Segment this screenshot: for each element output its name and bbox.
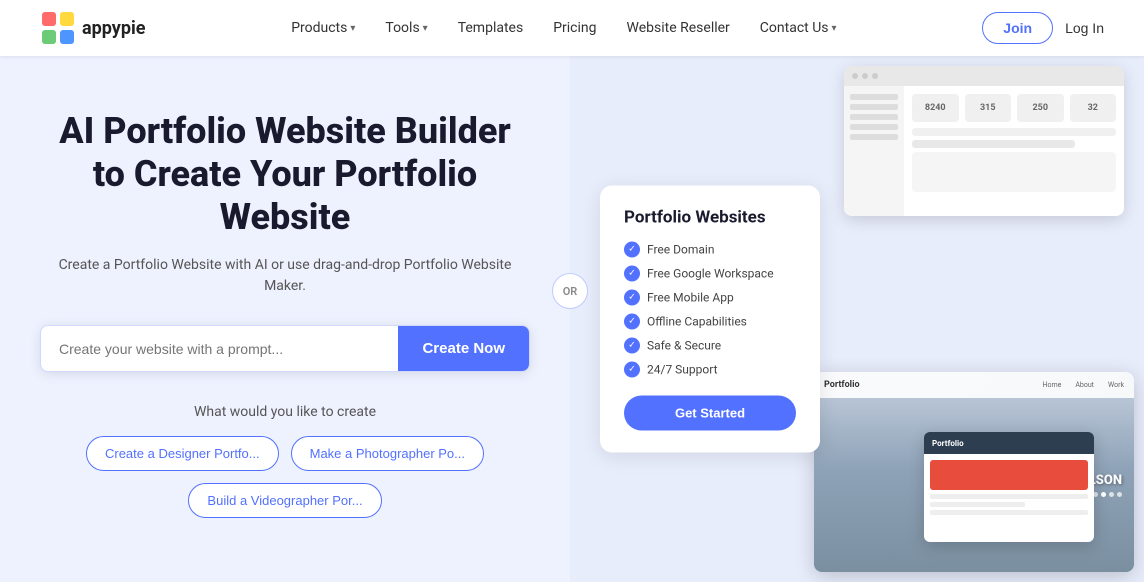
login-button[interactable]: Log In (1065, 20, 1104, 36)
feature-list: ✓ Free Domain ✓ Free Google Workspace ✓ … (624, 242, 796, 378)
nav-dot (1101, 492, 1106, 497)
left-panel: AI Portfolio Website Builder to Create Y… (0, 56, 570, 582)
chevron-down-icon: ▾ (350, 23, 355, 34)
mockup-top-body: 8240 315 250 32 (844, 86, 1124, 216)
mockup-stat-1: 315 (965, 94, 1012, 122)
what-create-label: What would you like to create (194, 404, 376, 420)
mockup-portrait-nav: Portfolio Home About Work (814, 372, 1134, 398)
mockup-stat-0: 8240 (912, 94, 959, 122)
mockup-dot (872, 73, 878, 79)
hero-subtitle: Create a Portfolio Website with AI or us… (45, 255, 525, 297)
mockup-stats: 8240 315 250 32 (912, 94, 1116, 122)
nav-actions: Join Log In (982, 12, 1104, 44)
mockup-top: 8240 315 250 32 (844, 66, 1124, 216)
feature-item-1: ✓ Free Google Workspace (624, 266, 796, 282)
search-row: Create Now (40, 325, 530, 372)
mockup-dot (862, 73, 868, 79)
feature-item-3: ✓ Offline Capabilities (624, 314, 796, 330)
feature-item-5: ✓ 24/7 Support (624, 362, 796, 378)
nav-tools[interactable]: Tools ▾ (373, 14, 439, 42)
mockup-grey-line (930, 510, 1088, 515)
check-icon: ✓ (624, 242, 640, 258)
nav-website-reseller[interactable]: Website Reseller (615, 14, 742, 42)
navbar: appypie Products ▾ Tools ▾ Templates Pri… (0, 0, 1144, 56)
nav-contact[interactable]: Contact Us ▾ (748, 14, 849, 42)
nav-dot (1117, 492, 1122, 497)
check-icon: ✓ (624, 338, 640, 354)
nav-products[interactable]: Products ▾ (279, 14, 367, 42)
check-icon: ✓ (624, 266, 640, 282)
nav-pricing[interactable]: Pricing (541, 14, 608, 42)
check-icon: ✓ (624, 362, 640, 378)
mockup-grey-line-short (930, 502, 1025, 507)
logo-icon (40, 10, 76, 46)
nav-templates[interactable]: Templates (446, 14, 536, 42)
mockup-grey-line (930, 494, 1088, 499)
hero-title: AI Portfolio Website Builder to Create Y… (40, 110, 530, 240)
mockup-chart (912, 152, 1116, 192)
feature-item-2: ✓ Free Mobile App (624, 290, 796, 306)
check-icon: ✓ (624, 290, 640, 306)
suggestion-pill-2[interactable]: Build a Videographer Por... (188, 483, 381, 518)
sidebar-item (850, 94, 898, 100)
nav-links: Products ▾ Tools ▾ Templates Pricing Web… (145, 14, 982, 42)
mockup-bar (912, 140, 1075, 148)
logo-text: appypie (82, 18, 145, 39)
get-started-button[interactable]: Get Started (624, 396, 796, 431)
feature-item-4: ✓ Safe & Secure (624, 338, 796, 354)
mockup-main-area: 8240 315 250 32 (904, 86, 1124, 216)
or-divider: OR (552, 273, 588, 309)
mockup-sidebar (844, 86, 904, 216)
nav-dot (1109, 492, 1114, 497)
feature-item-0: ✓ Free Domain (624, 242, 796, 258)
mockup-bottom2: Portfolio (924, 432, 1094, 542)
check-icon: ✓ (624, 314, 640, 330)
mockup-stat-3: 32 (1070, 94, 1117, 122)
mockup-top-header (844, 66, 1124, 86)
portfolio2-label: Portfolio (932, 439, 964, 448)
chevron-down-icon: ▾ (832, 23, 837, 34)
portfolio-card-title: Portfolio Websites (624, 208, 796, 228)
chevron-down-icon: ▾ (423, 23, 428, 34)
sidebar-item (850, 124, 898, 130)
right-panel: Portfolio Websites ✓ Free Domain ✓ Free … (570, 56, 1144, 582)
suggestion-pill-1[interactable]: Make a Photographer Po... (291, 436, 484, 471)
mockup-portfolio2-body (924, 454, 1094, 542)
main-content: AI Portfolio Website Builder to Create Y… (0, 56, 1144, 582)
create-now-button[interactable]: Create Now (398, 326, 529, 371)
mockup-container: 8240 315 250 32 (764, 56, 1144, 582)
mockup-stat-2: 250 (1017, 94, 1064, 122)
mockup-bar (912, 128, 1116, 136)
sidebar-item (850, 134, 898, 140)
suggestion-pills: Create a Designer Portfo... Make a Photo… (40, 436, 530, 518)
portfolio-card: Portfolio Websites ✓ Free Domain ✓ Free … (600, 186, 820, 453)
sidebar-item (850, 104, 898, 110)
mockup-grey-lines (930, 494, 1088, 515)
suggestion-pill-0[interactable]: Create a Designer Portfo... (86, 436, 279, 471)
portfolio-logo: Portfolio (824, 380, 860, 390)
search-input[interactable] (41, 326, 398, 371)
mockup-red-bar (930, 460, 1088, 490)
join-button[interactable]: Join (982, 12, 1053, 44)
logo[interactable]: appypie (40, 10, 145, 46)
sidebar-item (850, 114, 898, 120)
mockup-portfolio2-header: Portfolio (924, 432, 1094, 454)
mockup-dot (852, 73, 858, 79)
